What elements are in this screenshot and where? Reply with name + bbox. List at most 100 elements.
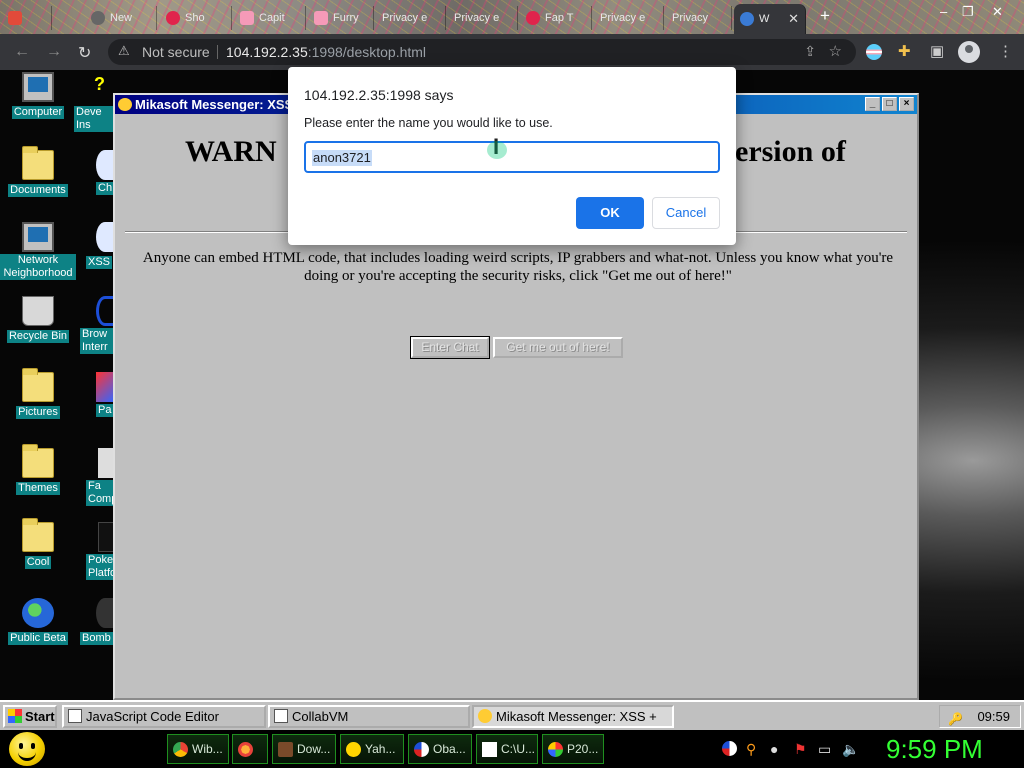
host-task-firefox[interactable] [232, 734, 268, 764]
folder-icon [22, 518, 54, 552]
desktop-icon-cool[interactable]: Cool [0, 518, 76, 569]
smiley-start-icon[interactable] [9, 732, 45, 766]
minimize-window-button[interactable]: – [940, 4, 947, 19]
desktop-icon-public-beta[interactable]: Public Beta [0, 598, 76, 645]
close-icon[interactable]: × [899, 97, 914, 111]
task-javascript-editor[interactable]: JavaScript Code Editor [62, 705, 266, 728]
network-tray-icon[interactable]: ▭ [818, 741, 831, 758]
documents-icon [22, 146, 54, 180]
name-input-value[interactable]: anon3721 [312, 150, 372, 166]
tab-5[interactable]: Furry [308, 6, 374, 30]
address-bar[interactable]: ⚠ Not secure 104.192.2.35:1998/desktop.h… [108, 39, 856, 65]
globe-icon [22, 598, 54, 628]
desktop-icon-chat[interactable]: Ch [96, 150, 114, 195]
maximize-icon[interactable]: □ [882, 97, 897, 111]
forward-arrow-icon[interactable]: → [46, 43, 62, 61]
volume-icon[interactable]: 🔈 [842, 741, 859, 758]
new-tab-button[interactable]: + [820, 6, 830, 26]
desktop-icon-fa-comp[interactable]: Fa Comp [86, 448, 114, 506]
desktop-icon-bomb[interactable]: Bomb [80, 598, 114, 645]
desktop-icon-poke[interactable]: Poke Platfo [86, 522, 114, 580]
tab-9[interactable]: Privacy e [594, 6, 664, 30]
tab-4[interactable]: Capit [234, 6, 306, 30]
heart-icon [526, 11, 540, 25]
host-task-yahoo[interactable]: Yah... [340, 734, 404, 764]
tab-8[interactable]: Fap T [520, 6, 592, 30]
extensions-puzzle-icon[interactable]: ✚ [898, 42, 911, 60]
desktop-icon-themes[interactable]: Themes [0, 444, 76, 495]
chrome-icon [173, 742, 188, 757]
task-messenger[interactable]: Mikasoft Messenger: XSS + [472, 705, 674, 728]
prompt-dialog: 104.192.2.35:1998 says Please enter the … [288, 67, 736, 245]
desktop-icon-recycle-bin[interactable]: Recycle Bin [0, 296, 76, 343]
help-icon: ? [94, 74, 105, 94]
security-label[interactable]: Not secure [142, 44, 210, 60]
tab-6[interactable]: Privacy e [376, 6, 446, 30]
extension-flag-icon[interactable] [866, 44, 882, 60]
desktop-icon-computer[interactable]: Computer [0, 72, 76, 119]
tray-logo-icon[interactable] [722, 741, 737, 756]
address-separator [217, 45, 218, 59]
app-icon [98, 448, 114, 478]
download-icon [278, 742, 293, 757]
close-tab-icon[interactable]: ✕ [788, 11, 799, 27]
status-icon[interactable]: ● [770, 741, 778, 757]
site-favicon-icon [740, 12, 754, 26]
ok-button[interactable]: OK [576, 197, 644, 229]
tab-favicon-icon [8, 11, 22, 25]
side-panel-icon[interactable]: ▣ [930, 42, 944, 60]
desktop-icon-pictures[interactable]: Pictures [0, 368, 76, 419]
tab-strip: New Sho Capit Furry Privacy e Privacy e … [0, 0, 1024, 34]
host-task-download[interactable]: Dow... [272, 734, 336, 764]
back-arrow-icon[interactable]: ← [14, 43, 30, 61]
tab-3[interactable]: Sho [160, 6, 232, 30]
url-text[interactable]: 104.192.2.35:1998/desktop.html [226, 44, 426, 60]
cancel-button[interactable]: Cancel [652, 197, 720, 229]
desktop-icon-browser[interactable]: Brow Interr [80, 296, 114, 354]
vm-clock: 09:59 [977, 709, 1010, 724]
tab-2[interactable]: New [85, 6, 157, 30]
enter-chat-button[interactable]: Enter Chat [410, 336, 490, 359]
heart-icon [314, 11, 328, 25]
logo-icon [414, 742, 429, 757]
host-task-obama[interactable]: Oba... [408, 734, 472, 764]
heart-icon [166, 11, 180, 25]
host-taskbar: Wib... Dow... Yah... Oba... C:\U... P20.… [0, 730, 1024, 768]
tab-7[interactable]: Privacy e [448, 6, 518, 30]
desktop-icon-paint[interactable]: Pa [96, 372, 114, 417]
reload-icon[interactable]: ↻ [78, 43, 91, 63]
menu-dots-icon[interactable]: ⋮ [998, 42, 1013, 60]
task-collabvm[interactable]: CollabVM [268, 705, 470, 728]
recycle-bin-icon [22, 296, 54, 326]
firefox-icon [238, 742, 253, 757]
tab-active[interactable]: W ✕ [734, 4, 806, 34]
host-task-chrome[interactable]: Wib... [167, 734, 229, 764]
folder-icon [22, 444, 54, 478]
desktop-icon-documents[interactable]: Documents [0, 146, 76, 197]
restore-window-button[interactable]: ❐ [962, 4, 974, 20]
folder-icon [22, 368, 54, 402]
warning-triangle-icon[interactable]: ⚠ [118, 43, 130, 59]
start-button[interactable]: Start [3, 705, 57, 728]
bookmark-star-icon[interactable]: ☆ [829, 42, 842, 60]
profile-avatar[interactable] [958, 41, 980, 63]
get-me-out-button[interactable]: Get me out of here! [493, 337, 623, 358]
app-icon [98, 522, 114, 552]
share-icon[interactable]: ⇪ [804, 43, 816, 60]
vm-tray: 🔑 09:59 [939, 705, 1021, 728]
host-task-7zip[interactable]: C:\U... [476, 734, 538, 764]
chat-icon [96, 150, 114, 180]
key-icon: 🔑 [948, 712, 963, 726]
host-clock: 9:59 PM [886, 734, 983, 764]
desktop-icon-dev-installer[interactable]: ? Deve Ins [74, 74, 114, 132]
flag-icon[interactable]: ⚑ [794, 741, 807, 758]
desktop-icon-network[interactable]: Network Neighborhood [0, 222, 76, 280]
tab-10[interactable]: Privacy [666, 6, 732, 30]
close-window-button[interactable]: ✕ [992, 4, 1003, 20]
desktop-icon-xss[interactable]: XSS [86, 222, 114, 269]
host-task-p20[interactable]: P20... [542, 734, 604, 764]
minimize-icon[interactable]: _ [865, 97, 880, 111]
search-icon[interactable]: ⚲ [746, 741, 756, 758]
tab-1[interactable] [2, 6, 52, 30]
yahoo-smiley-icon [346, 742, 361, 757]
